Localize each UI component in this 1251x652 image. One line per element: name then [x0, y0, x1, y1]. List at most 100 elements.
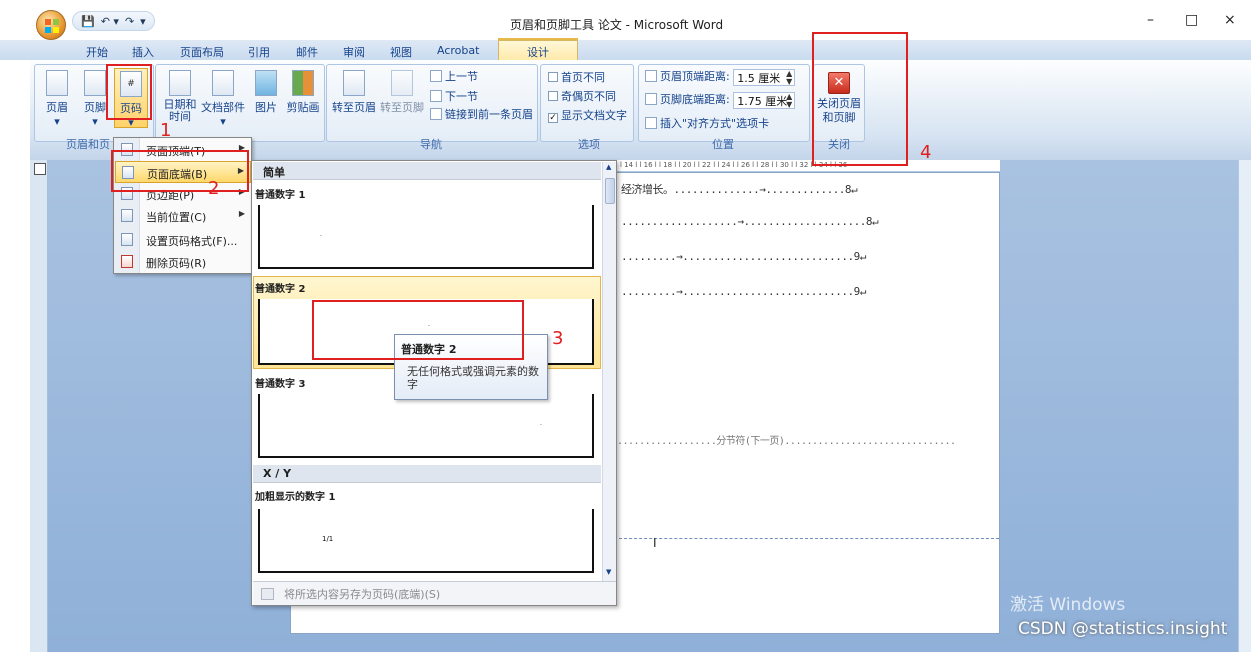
quick-parts-icon — [212, 70, 234, 96]
spin-arrows-icon[interactable]: ▲ ▼ — [786, 92, 792, 109]
clip-art-label: 剪贴画 — [286, 101, 320, 114]
tab-insert[interactable]: 插入 — [132, 44, 154, 60]
vertical-scrollbar[interactable] — [1238, 160, 1251, 652]
gallery-item-label: 普通数字 2 — [255, 284, 306, 295]
show-document-text-label: 显示文档文字 — [561, 109, 627, 122]
spin-arrows-icon[interactable]: ▲ ▼ — [786, 69, 792, 86]
page-number-mark: 1/1 — [322, 535, 334, 543]
checkbox-icon — [548, 72, 558, 82]
header-label: 页眉 — [46, 101, 68, 114]
quick-parts-label: 文档部件 — [201, 101, 245, 114]
ruler-tab-selector-icon[interactable] — [34, 163, 46, 175]
gallery-item-label: 加粗显示的数字 1 — [255, 492, 336, 503]
different-odd-even-label: 奇偶页不同 — [561, 90, 616, 103]
previous-section-label: 上一节 — [445, 70, 478, 83]
tab-acrobat[interactable]: Acrobat — [437, 44, 479, 57]
picture-icon — [255, 70, 277, 96]
scroll-up-icon[interactable]: ▲ — [606, 163, 611, 171]
checkbox-icon — [548, 91, 558, 101]
annotation-box-2 — [111, 150, 249, 192]
annotation-number-2: 2 — [208, 178, 220, 199]
annotation-number-1: 1 — [160, 120, 172, 141]
gallery-scrollbar[interactable]: ▲ ▼ — [602, 162, 616, 581]
goto-header-button[interactable]: 转至页眉 — [330, 68, 378, 128]
show-document-text-checkbox[interactable]: ✓ 显示文档文字 — [548, 107, 627, 123]
quick-parts-button[interactable]: 文档部件 ▾ — [200, 68, 246, 128]
menu-item-current-position[interactable]: 当前位置(C) ▶ — [115, 205, 251, 227]
document-title: 论文 - Microsoft Word — [597, 18, 724, 32]
remove-page-number-icon — [121, 255, 133, 268]
header-distance-icon — [645, 70, 657, 82]
insert-alignment-tab-label: 插入"对齐方式"选项卡 — [660, 117, 770, 130]
save-selection-to-gallery[interactable]: 将所选内容另存为页码(底端)(S) — [253, 581, 616, 605]
gallery-section-header: 简单 — [253, 162, 601, 180]
insert-alignment-tab-button[interactable]: 插入"对齐方式"选项卡 — [645, 115, 769, 131]
footer-icon — [84, 70, 106, 96]
annotation-box-4 — [812, 32, 908, 166]
annotation-box-1 — [106, 64, 152, 120]
gallery-item-plain-number-3[interactable]: · — [258, 394, 594, 458]
picture-label: 图片 — [255, 101, 277, 114]
link-to-previous-button[interactable]: 链接到前一条页眉 — [430, 106, 533, 122]
link-icon — [430, 108, 442, 120]
header-button[interactable]: 页眉 ▾ — [40, 68, 74, 128]
minimize-button[interactable]: – — [1147, 12, 1154, 28]
tab-view[interactable]: 视图 — [390, 44, 412, 60]
header-distance-label: 页眉顶端距离: — [660, 70, 730, 83]
toc-line: .........→............................9↵ — [621, 285, 866, 298]
scroll-down-icon[interactable]: ▼ — [606, 568, 611, 576]
tab-design[interactable]: 设计 — [498, 40, 578, 61]
different-odd-even-checkbox[interactable]: 奇偶页不同 — [548, 88, 616, 104]
gallery-item-bold-number-1[interactable]: 1/1 — [258, 509, 594, 573]
goto-footer-icon — [391, 70, 413, 96]
different-first-page-label: 首页不同 — [561, 71, 605, 84]
undo-icon[interactable]: ↶ ▾ — [101, 15, 119, 28]
text-cursor-icon: Ⅰ — [653, 536, 657, 550]
clip-art-icon — [292, 70, 314, 96]
goto-footer-button[interactable]: 转至页脚 — [378, 68, 426, 128]
next-section-label: 下一节 — [445, 90, 478, 103]
page-number-mark: · — [320, 233, 322, 240]
group-label-header-footer: 页眉和页 — [66, 138, 110, 151]
picture-button[interactable]: 图片 — [249, 68, 283, 128]
page-number-mark: · — [540, 422, 542, 429]
maximize-button[interactable]: □ — [1185, 12, 1198, 28]
activate-windows-watermark: 激活 Windows — [1010, 595, 1126, 615]
contextual-tool-title: 页眉和页脚工具 — [510, 18, 595, 32]
format-page-number-icon — [121, 233, 133, 246]
gallery-item-plain-number-1[interactable]: · — [258, 205, 594, 269]
toc-line: .........→............................9↵ — [621, 250, 866, 263]
calendar-icon — [169, 70, 191, 96]
header-distance-field: 页眉顶端距离: 1.5 厘米 ▲ ▼ — [645, 68, 796, 86]
save-icon[interactable]: 💾 — [81, 15, 95, 28]
tab-page-layout[interactable]: 页面布局 — [180, 44, 224, 60]
menu-item-remove-page-numbers[interactable]: 删除页码(R) — [115, 251, 251, 273]
tab-home[interactable]: 开始 — [86, 44, 108, 60]
tab-mailings[interactable]: 邮件 — [296, 44, 318, 60]
gallery-scroll-thumb[interactable] — [605, 178, 615, 204]
next-section-button[interactable]: 下一节 — [430, 88, 478, 104]
gallery-section-header: X / Y — [253, 465, 601, 483]
close-window-button[interactable]: × — [1224, 12, 1236, 28]
date-time-button[interactable]: 日期和 时间 — [160, 68, 200, 128]
office-button[interactable] — [36, 10, 66, 40]
different-first-page-checkbox[interactable]: 首页不同 — [548, 69, 605, 85]
toc-line: ...................→....................… — [621, 215, 879, 228]
previous-section-button[interactable]: 上一节 — [430, 68, 478, 84]
header-distance-input[interactable]: 1.5 厘米 ▲ ▼ — [733, 68, 796, 86]
tooltip-description: 无任何格式或强调元素的数字 — [407, 365, 539, 391]
annotation-box-3 — [312, 300, 524, 360]
redo-icon[interactable]: ↷ — [125, 15, 134, 28]
office-logo-icon — [45, 19, 59, 33]
customize-qat-icon[interactable]: ▾ — [140, 15, 146, 28]
previous-section-icon — [430, 70, 442, 82]
tab-references[interactable]: 引用 — [248, 44, 270, 60]
section-break: ..................分节符(下一页)..............… — [617, 436, 956, 447]
gallery-item-label: 普通数字 1 — [255, 190, 306, 201]
clip-art-button[interactable]: 剪贴画 — [284, 68, 322, 128]
footer-distance-input[interactable]: 1.75 厘米 ▲ ▼ — [733, 91, 796, 109]
header-distance-value: 1.5 厘米 — [737, 71, 781, 85]
tab-review[interactable]: 审阅 — [343, 44, 365, 60]
menu-item-format-page-numbers[interactable]: 设置页码格式(F)... — [115, 229, 251, 251]
current-position-icon — [121, 209, 133, 222]
